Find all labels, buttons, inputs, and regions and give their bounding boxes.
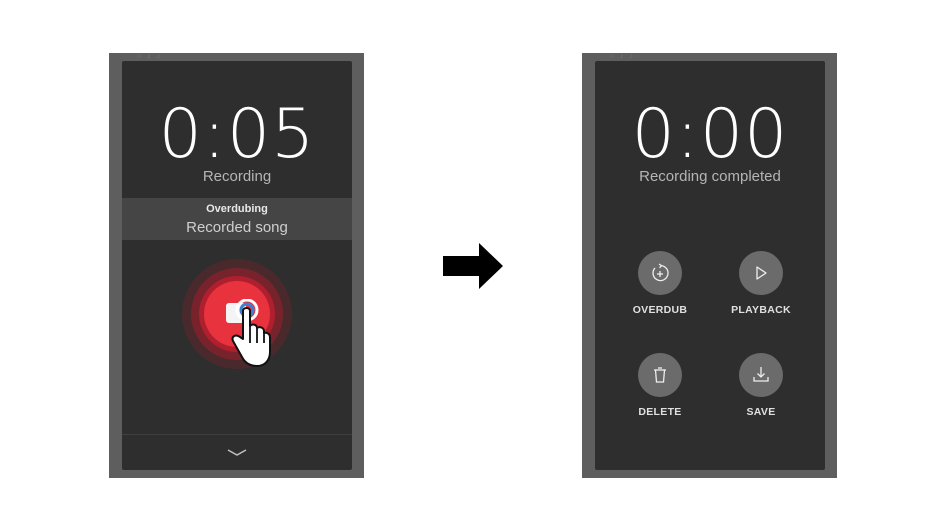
playback-button[interactable] bbox=[739, 251, 783, 295]
delete-button[interactable] bbox=[638, 353, 682, 397]
playback-action: PLAYBACK bbox=[711, 251, 811, 316]
recording-timer: 0:00 bbox=[631, 95, 789, 174]
chevron-down-icon[interactable] bbox=[226, 447, 248, 459]
right-arrow-icon bbox=[443, 243, 503, 289]
play-icon bbox=[756, 266, 767, 280]
stop-record-control bbox=[182, 259, 292, 369]
recording-phone-frame: ○ ♪ ♪ 0:05 Recording Overdubing Recorded… bbox=[109, 53, 364, 478]
delete-action: DELETE bbox=[610, 353, 710, 418]
recording-screen: 0:05 Recording Overdubing Recorded song bbox=[122, 61, 352, 470]
overdub-song-name: Recorded song bbox=[186, 219, 288, 236]
overdub-banner: Overdubing Recorded song bbox=[122, 198, 352, 240]
save-action: SAVE bbox=[711, 353, 811, 418]
overdub-button[interactable] bbox=[638, 251, 682, 295]
recording-status: Recording completed bbox=[639, 168, 781, 185]
trash-icon bbox=[654, 367, 666, 383]
recording-timer: 0:05 bbox=[158, 95, 316, 174]
recording-complete-screen: 0:00 Recording completed OVERDUB PLAYBAC… bbox=[595, 61, 825, 470]
status-bar: ○ ♪ ♪ bbox=[109, 53, 364, 61]
tap-gesture-hand-icon bbox=[231, 299, 271, 367]
overdub-action: OVERDUB bbox=[610, 251, 710, 316]
bottom-divider bbox=[122, 434, 352, 435]
recording-status: Recording bbox=[202, 168, 272, 185]
notification-icons: ○ ♪ ♪ bbox=[137, 53, 163, 60]
download-icon bbox=[753, 367, 769, 382]
overdub-label: OVERDUB bbox=[632, 304, 688, 316]
completed-phone-frame: ○ ♪ ♪ 0:00 Recording completed OVERDUB P… bbox=[582, 53, 837, 478]
status-bar: ○ ♪ ♪ bbox=[582, 53, 837, 61]
playback-label: PLAYBACK bbox=[731, 304, 791, 316]
save-label: SAVE bbox=[746, 406, 776, 418]
save-button[interactable] bbox=[739, 353, 783, 397]
overdub-title: Overdubing bbox=[206, 203, 268, 215]
notification-icons: ○ ♪ ♪ bbox=[610, 53, 636, 60]
delete-label: DELETE bbox=[638, 406, 682, 418]
overdub-icon bbox=[652, 263, 669, 282]
